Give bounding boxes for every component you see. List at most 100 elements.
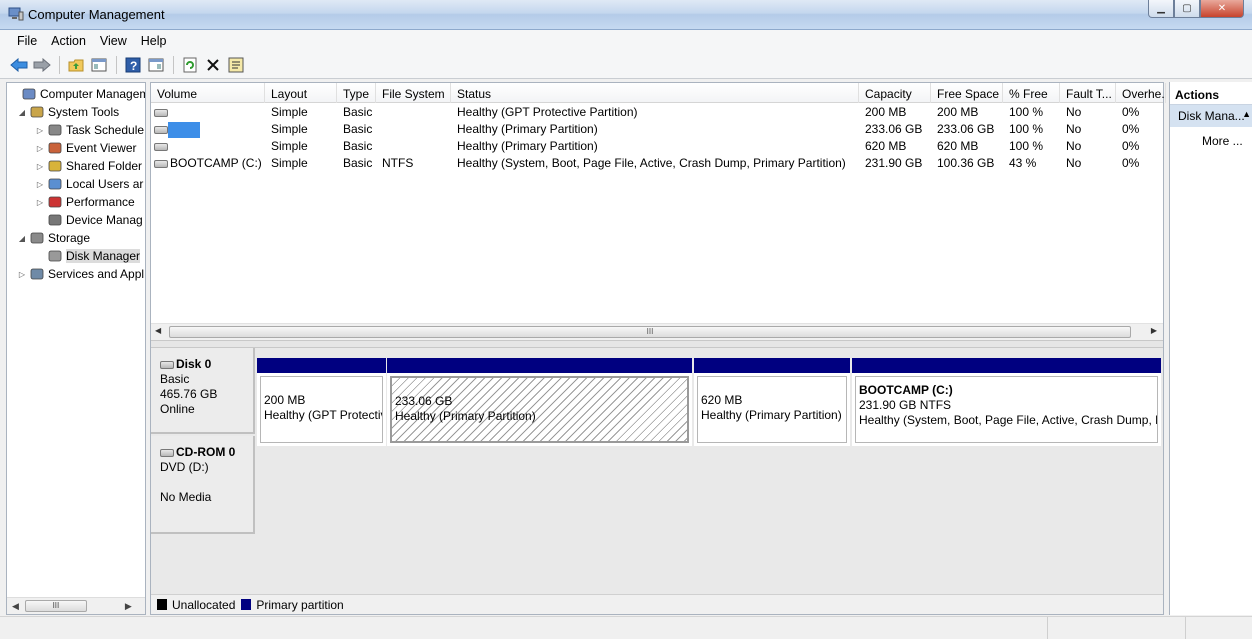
- actions-disk-management-group[interactable]: Disk Mana... ▲: [1170, 105, 1252, 127]
- disk-detail-line: No Media: [160, 490, 212, 504]
- partition-details: 233.06 GB Healthy (Primary Partition): [390, 376, 689, 443]
- volume-list-horizontal-scrollbar[interactable]: ◀ III ▶: [151, 323, 1163, 340]
- fault-cell: No: [1066, 105, 1082, 119]
- disk-info-1[interactable]: CD-ROM 0 DVD (D:) No Media: [151, 436, 255, 534]
- partition-line1: 233.06 GB: [395, 394, 453, 408]
- tree-item-device-manager[interactable]: Device Manag: [35, 211, 143, 229]
- forward-arrow-icon[interactable]: [31, 54, 53, 76]
- up-folder-icon[interactable]: [65, 54, 87, 76]
- layout-cell: Simple: [271, 122, 308, 136]
- expand-arrow-icon[interactable]: ▷: [35, 144, 45, 153]
- column-header[interactable]: Capacity: [859, 83, 931, 103]
- menu-view[interactable]: View: [93, 34, 134, 48]
- volume-row[interactable]: Simple Basic Healthy (Primary Partition) 23…: [151, 121, 1163, 138]
- partition-block[interactable]: 620 MB Healthy (Primary Partition): [694, 358, 850, 446]
- shared-folder-icon: [47, 158, 63, 174]
- pane-splitter[interactable]: [151, 340, 1163, 348]
- tree-item-shared-folder[interactable]: ▷ Shared Folder: [35, 157, 142, 175]
- device-manager-icon: [47, 212, 63, 228]
- column-header[interactable]: Free Space: [931, 83, 1003, 103]
- back-arrow-icon[interactable]: [8, 54, 30, 76]
- column-header[interactable]: Volume: [151, 83, 265, 103]
- unallocated-swatch: [157, 599, 167, 610]
- tree-item-computer[interactable]: Computer Managem: [9, 85, 146, 103]
- partition-details: BOOTCAMP (C:) 231.90 GB NTFS Healthy (Syst…: [855, 376, 1158, 443]
- title-bar[interactable]: Computer Management ▁ ▢ ✕: [0, 0, 1252, 30]
- menu-file[interactable]: File: [10, 34, 44, 48]
- column-header[interactable]: Layout: [265, 83, 337, 103]
- volume-row[interactable]: Simple Basic Healthy (Primary Partition) 62…: [151, 138, 1163, 155]
- partition-line1: 620 MB: [701, 393, 743, 407]
- help-icon[interactable]: ?: [122, 54, 144, 76]
- column-header[interactable]: Status: [451, 83, 859, 103]
- storage-icon: [29, 230, 45, 246]
- expand-arrow-icon[interactable]: ▷: [35, 126, 45, 135]
- properties-icon[interactable]: [145, 54, 167, 76]
- show-hide-tree-icon[interactable]: [88, 54, 110, 76]
- scroll-right-arrow[interactable]: ▶: [1151, 326, 1157, 335]
- collapse-arrow-icon[interactable]: ▲: [1242, 109, 1251, 119]
- more-actions-link[interactable]: More ...: [1202, 134, 1243, 148]
- settings-icon[interactable]: [225, 54, 247, 76]
- tree-item-label: Task Schedule: [66, 123, 145, 137]
- type-cell: Basic: [343, 105, 373, 119]
- tree-item-tools[interactable]: ◢ System Tools: [17, 103, 119, 121]
- scroll-left-arrow[interactable]: ◀: [155, 326, 161, 335]
- close-button[interactable]: ✕: [1200, 0, 1244, 18]
- tree-item-storage[interactable]: ◢ Storage: [17, 229, 90, 247]
- menu-action[interactable]: Action: [44, 34, 93, 48]
- free-cell: 200 MB: [937, 105, 979, 119]
- tree-horizontal-scrollbar[interactable]: ◀ III ▶: [7, 597, 145, 614]
- column-header[interactable]: File System: [376, 83, 451, 103]
- scroll-right-arrow[interactable]: ▶: [125, 601, 132, 612]
- tree-item-disk-management[interactable]: Disk Manager: [35, 247, 141, 265]
- minimize-button[interactable]: ▁: [1148, 0, 1174, 18]
- collapse-arrow-icon[interactable]: ◢: [17, 108, 27, 117]
- overhead-cell: 0%: [1122, 156, 1140, 170]
- column-header[interactable]: Type: [337, 83, 376, 103]
- expand-arrow-icon[interactable]: ▷: [17, 270, 27, 279]
- capacity-cell: 620 MB: [865, 139, 907, 153]
- column-header[interactable]: Overhe...: [1116, 83, 1166, 103]
- delete-icon[interactable]: [202, 54, 224, 76]
- partition-line2: Healthy (System, Boot, Page File, Active…: [859, 413, 1157, 427]
- partition-block[interactable]: 200 MBHealthy (GPT Protective Partition): [257, 358, 386, 446]
- scroll-left-arrow[interactable]: ◀: [12, 601, 19, 612]
- partition-block[interactable]: BOOTCAMP (C:) 231.90 GB NTFS Healthy (Syst…: [852, 358, 1161, 446]
- tree-item-label: Device Manag: [66, 213, 143, 227]
- status-cell: Healthy (Primary Partition): [457, 122, 598, 136]
- expand-arrow-icon[interactable]: ▷: [35, 162, 45, 171]
- partition-line2: Healthy (GPT Protective Partition): [264, 408, 382, 422]
- expand-arrow-icon[interactable]: ▷: [35, 180, 45, 189]
- volume-row[interactable]: BOOTCAMP (C:) Simple Basic NTFS Healthy (Sys…: [151, 155, 1163, 172]
- legend-unallocated: Unallocated: [172, 597, 236, 612]
- volume-scroll-thumb[interactable]: III: [169, 326, 1131, 338]
- column-header[interactable]: % Free: [1003, 83, 1060, 103]
- tree-item-event-viewer[interactable]: ▷ Event Viewer: [35, 139, 137, 157]
- maximize-button[interactable]: ▢: [1174, 0, 1200, 18]
- volume-row[interactable]: Simple Basic Healthy (GPT Protective Parti…: [151, 104, 1163, 121]
- tree-item-performance[interactable]: ▷ Performance: [35, 193, 135, 211]
- menu-help[interactable]: Help: [134, 34, 174, 48]
- overhead-cell: 0%: [1122, 122, 1140, 136]
- partition-type-bar: [257, 358, 386, 373]
- tree-item-users[interactable]: ▷ Local Users ar: [35, 175, 143, 193]
- refresh-icon[interactable]: [179, 54, 201, 76]
- tree-item-label: Local Users ar: [66, 177, 144, 191]
- pct-cell: 100 %: [1009, 139, 1044, 153]
- free-cell: 233.06 GB: [937, 122, 995, 136]
- partition-block[interactable]: 233.06 GB Healthy (Primary Partition): [387, 358, 692, 446]
- column-header[interactable]: Fault T...: [1060, 83, 1116, 103]
- tree-item-services[interactable]: ▷ Services and Appl: [17, 265, 144, 283]
- tree-item-label: Computer Managem: [40, 87, 146, 101]
- graphical-disk-view: Disk 0 Basic 465.76 GB Online 200 MB Healthy …: [151, 348, 1163, 594]
- console-tree[interactable]: Computer Managem ◢ System Tools ▷ Task Sched…: [6, 82, 146, 615]
- expand-arrow-icon[interactable]: ▷: [35, 198, 45, 207]
- tree-item-label: Shared Folder: [66, 159, 143, 173]
- tree-item-label: Event Viewer: [66, 141, 137, 155]
- disk-info-0[interactable]: Disk 0 Basic 465.76 GB Online: [151, 348, 255, 434]
- tree-scroll-thumb[interactable]: III: [24, 600, 87, 612]
- collapse-arrow-icon[interactable]: ◢: [17, 234, 27, 243]
- tree-item-clock[interactable]: ▷ Task Schedule: [35, 121, 144, 139]
- partition-title: BOOTCAMP (C:): [859, 383, 953, 397]
